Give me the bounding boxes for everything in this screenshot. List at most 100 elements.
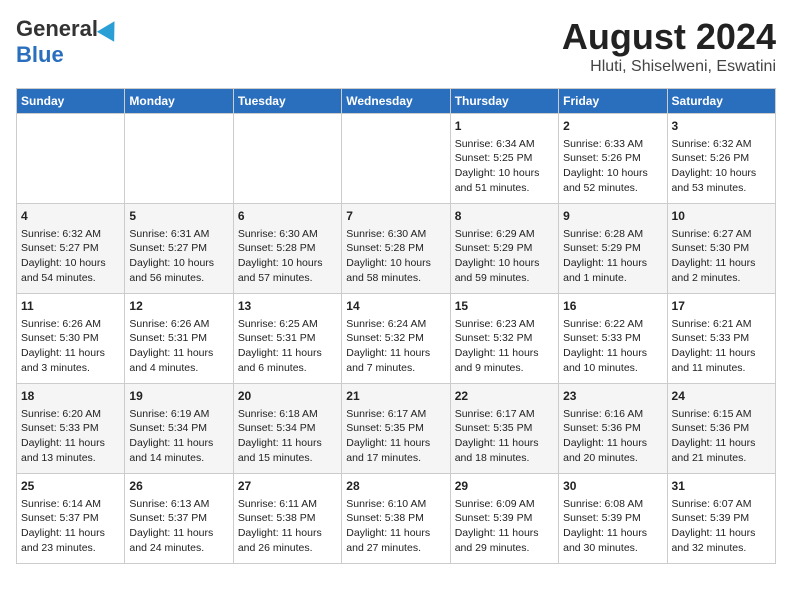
day-number: 20 bbox=[238, 388, 337, 405]
col-header-tuesday: Tuesday bbox=[233, 89, 341, 114]
day-info: Sunrise: 6:09 AM Sunset: 5:39 PM Dayligh… bbox=[455, 497, 554, 556]
calendar-cell: 2Sunrise: 6:33 AM Sunset: 5:26 PM Daylig… bbox=[559, 114, 667, 204]
logo-general-text: General bbox=[16, 16, 98, 42]
day-info: Sunrise: 6:15 AM Sunset: 5:36 PM Dayligh… bbox=[672, 407, 771, 466]
day-number: 5 bbox=[129, 208, 228, 225]
day-number: 7 bbox=[346, 208, 445, 225]
col-header-saturday: Saturday bbox=[667, 89, 775, 114]
calendar-cell: 18 Sunrise: 6:20 AM Sunset: 5:33 PM Dayli… bbox=[17, 384, 125, 474]
calendar-cell bbox=[342, 114, 450, 204]
calendar-cell: 16 Sunrise: 6:22 AM Sunset: 5:33 PM Dayli… bbox=[559, 294, 667, 384]
day-info: Sunrise: 6:17 AM Sunset: 5:35 PM Dayligh… bbox=[346, 407, 445, 466]
day-info: Sunrise: 6:31 AM Sunset: 5:27 PM Dayligh… bbox=[129, 227, 228, 286]
calendar-cell: 28Sunrise: 6:10 AM Sunset: 5:38 PM Dayli… bbox=[342, 474, 450, 564]
day-number: 21 bbox=[346, 388, 445, 405]
day-info: Sunrise: 6:34 AM Sunset: 5:25 PM Dayligh… bbox=[455, 137, 554, 196]
calendar-cell: 30 Sunrise: 6:08 AM Sunset: 5:39 PM Dayli… bbox=[559, 474, 667, 564]
day-number: 1 bbox=[455, 118, 554, 135]
calendar-cell: 11 Sunrise: 6:26 AM Sunset: 5:30 PM Dayli… bbox=[17, 294, 125, 384]
calendar-cell: 29Sunrise: 6:09 AM Sunset: 5:39 PM Dayli… bbox=[450, 474, 558, 564]
calendar-cell bbox=[17, 114, 125, 204]
calendar-cell: 7 Sunrise: 6:30 AM Sunset: 5:28 PM Daylig… bbox=[342, 204, 450, 294]
col-header-thursday: Thursday bbox=[450, 89, 558, 114]
day-number: 26 bbox=[129, 478, 228, 495]
day-number: 18 bbox=[21, 388, 120, 405]
calendar-cell: 10 Sunrise: 6:27 AM Sunset: 5:30 PM Dayli… bbox=[667, 204, 775, 294]
calendar-cell: 3Sunrise: 6:32 AM Sunset: 5:26 PM Daylig… bbox=[667, 114, 775, 204]
day-info: Sunrise: 6:16 AM Sunset: 5:36 PM Dayligh… bbox=[563, 407, 662, 466]
calendar-cell: 19Sunrise: 6:19 AM Sunset: 5:34 PM Dayli… bbox=[125, 384, 233, 474]
page-subtitle: Hluti, Shiselweni, Eswatini bbox=[562, 58, 776, 76]
day-number: 12 bbox=[129, 298, 228, 315]
calendar-cell: 14 Sunrise: 6:24 AM Sunset: 5:32 PM Dayli… bbox=[342, 294, 450, 384]
day-info: Sunrise: 6:13 AM Sunset: 5:37 PM Dayligh… bbox=[129, 497, 228, 556]
day-info: Sunrise: 6:33 AM Sunset: 5:26 PM Dayligh… bbox=[563, 137, 662, 196]
day-number: 14 bbox=[346, 298, 445, 315]
day-info: Sunrise: 6:26 AM Sunset: 5:30 PM Dayligh… bbox=[21, 317, 120, 376]
title-block: August 2024 Hluti, Shiselweni, Eswatini bbox=[562, 16, 776, 76]
day-info: Sunrise: 6:25 AM Sunset: 5:31 PM Dayligh… bbox=[238, 317, 337, 376]
day-number: 6 bbox=[238, 208, 337, 225]
logo-blue-text: Blue bbox=[16, 42, 64, 68]
calendar-cell: 9Sunrise: 6:28 AM Sunset: 5:29 PM Daylig… bbox=[559, 204, 667, 294]
day-number: 28 bbox=[346, 478, 445, 495]
calendar-cell: 15Sunrise: 6:23 AM Sunset: 5:32 PM Dayli… bbox=[450, 294, 558, 384]
day-number: 27 bbox=[238, 478, 337, 495]
page-title: August 2024 bbox=[562, 16, 776, 58]
day-number: 10 bbox=[672, 208, 771, 225]
day-info: Sunrise: 6:32 AM Sunset: 5:26 PM Dayligh… bbox=[672, 137, 771, 196]
day-info: Sunrise: 6:14 AM Sunset: 5:37 PM Dayligh… bbox=[21, 497, 120, 556]
day-info: Sunrise: 6:29 AM Sunset: 5:29 PM Dayligh… bbox=[455, 227, 554, 286]
day-info: Sunrise: 6:19 AM Sunset: 5:34 PM Dayligh… bbox=[129, 407, 228, 466]
day-info: Sunrise: 6:17 AM Sunset: 5:35 PM Dayligh… bbox=[455, 407, 554, 466]
day-info: Sunrise: 6:22 AM Sunset: 5:33 PM Dayligh… bbox=[563, 317, 662, 376]
day-info: Sunrise: 6:21 AM Sunset: 5:33 PM Dayligh… bbox=[672, 317, 771, 376]
calendar-header-row: SundayMondayTuesdayWednesdayThursdayFrid… bbox=[17, 89, 776, 114]
logo-triangle-icon bbox=[97, 16, 123, 42]
day-info: Sunrise: 6:30 AM Sunset: 5:28 PM Dayligh… bbox=[238, 227, 337, 286]
day-info: Sunrise: 6:08 AM Sunset: 5:39 PM Dayligh… bbox=[563, 497, 662, 556]
day-info: Sunrise: 6:30 AM Sunset: 5:28 PM Dayligh… bbox=[346, 227, 445, 286]
day-number: 30 bbox=[563, 478, 662, 495]
calendar-cell: 4Sunrise: 6:32 AM Sunset: 5:27 PM Daylig… bbox=[17, 204, 125, 294]
calendar-cell: 31Sunrise: 6:07 AM Sunset: 5:39 PM Dayli… bbox=[667, 474, 775, 564]
calendar-cell: 5 Sunrise: 6:31 AM Sunset: 5:27 PM Daylig… bbox=[125, 204, 233, 294]
day-number: 9 bbox=[563, 208, 662, 225]
calendar-cell: 12 Sunrise: 6:26 AM Sunset: 5:31 PM Dayli… bbox=[125, 294, 233, 384]
calendar-cell: 6 Sunrise: 6:30 AM Sunset: 5:28 PM Daylig… bbox=[233, 204, 341, 294]
day-number: 4 bbox=[21, 208, 120, 225]
day-number: 13 bbox=[238, 298, 337, 315]
day-info: Sunrise: 6:24 AM Sunset: 5:32 PM Dayligh… bbox=[346, 317, 445, 376]
day-info: Sunrise: 6:27 AM Sunset: 5:30 PM Dayligh… bbox=[672, 227, 771, 286]
day-info: Sunrise: 6:18 AM Sunset: 5:34 PM Dayligh… bbox=[238, 407, 337, 466]
day-info: Sunrise: 6:26 AM Sunset: 5:31 PM Dayligh… bbox=[129, 317, 228, 376]
day-number: 22 bbox=[455, 388, 554, 405]
calendar-cell: 23Sunrise: 6:16 AM Sunset: 5:36 PM Dayli… bbox=[559, 384, 667, 474]
calendar-cell bbox=[125, 114, 233, 204]
day-number: 8 bbox=[455, 208, 554, 225]
col-header-sunday: Sunday bbox=[17, 89, 125, 114]
day-info: Sunrise: 6:23 AM Sunset: 5:32 PM Dayligh… bbox=[455, 317, 554, 376]
calendar-cell: 20 Sunrise: 6:18 AM Sunset: 5:34 PM Dayli… bbox=[233, 384, 341, 474]
col-header-monday: Monday bbox=[125, 89, 233, 114]
calendar-cell: 26 Sunrise: 6:13 AM Sunset: 5:37 PM Dayli… bbox=[125, 474, 233, 564]
page-header: General Blue August 2024 Hluti, Shiselwe… bbox=[16, 16, 776, 76]
col-header-wednesday: Wednesday bbox=[342, 89, 450, 114]
day-number: 31 bbox=[672, 478, 771, 495]
calendar-cell: 1 Sunrise: 6:34 AM Sunset: 5:25 PM Daylig… bbox=[450, 114, 558, 204]
calendar-cell bbox=[233, 114, 341, 204]
calendar-cell: 24 Sunrise: 6:15 AM Sunset: 5:36 PM Dayli… bbox=[667, 384, 775, 474]
calendar-table: SundayMondayTuesdayWednesdayThursdayFrid… bbox=[16, 88, 776, 564]
day-number: 11 bbox=[21, 298, 120, 315]
day-info: Sunrise: 6:20 AM Sunset: 5:33 PM Dayligh… bbox=[21, 407, 120, 466]
day-info: Sunrise: 6:11 AM Sunset: 5:38 PM Dayligh… bbox=[238, 497, 337, 556]
calendar-week-row: 1 Sunrise: 6:34 AM Sunset: 5:25 PM Daylig… bbox=[17, 114, 776, 204]
day-number: 24 bbox=[672, 388, 771, 405]
calendar-cell: 27 Sunrise: 6:11 AM Sunset: 5:38 PM Dayli… bbox=[233, 474, 341, 564]
day-number: 25 bbox=[21, 478, 120, 495]
day-number: 16 bbox=[563, 298, 662, 315]
calendar-week-row: 11 Sunrise: 6:26 AM Sunset: 5:30 PM Dayli… bbox=[17, 294, 776, 384]
calendar-cell: 25 Sunrise: 6:14 AM Sunset: 5:37 PM Dayli… bbox=[17, 474, 125, 564]
calendar-cell: 13 Sunrise: 6:25 AM Sunset: 5:31 PM Dayli… bbox=[233, 294, 341, 384]
calendar-week-row: 4Sunrise: 6:32 AM Sunset: 5:27 PM Daylig… bbox=[17, 204, 776, 294]
